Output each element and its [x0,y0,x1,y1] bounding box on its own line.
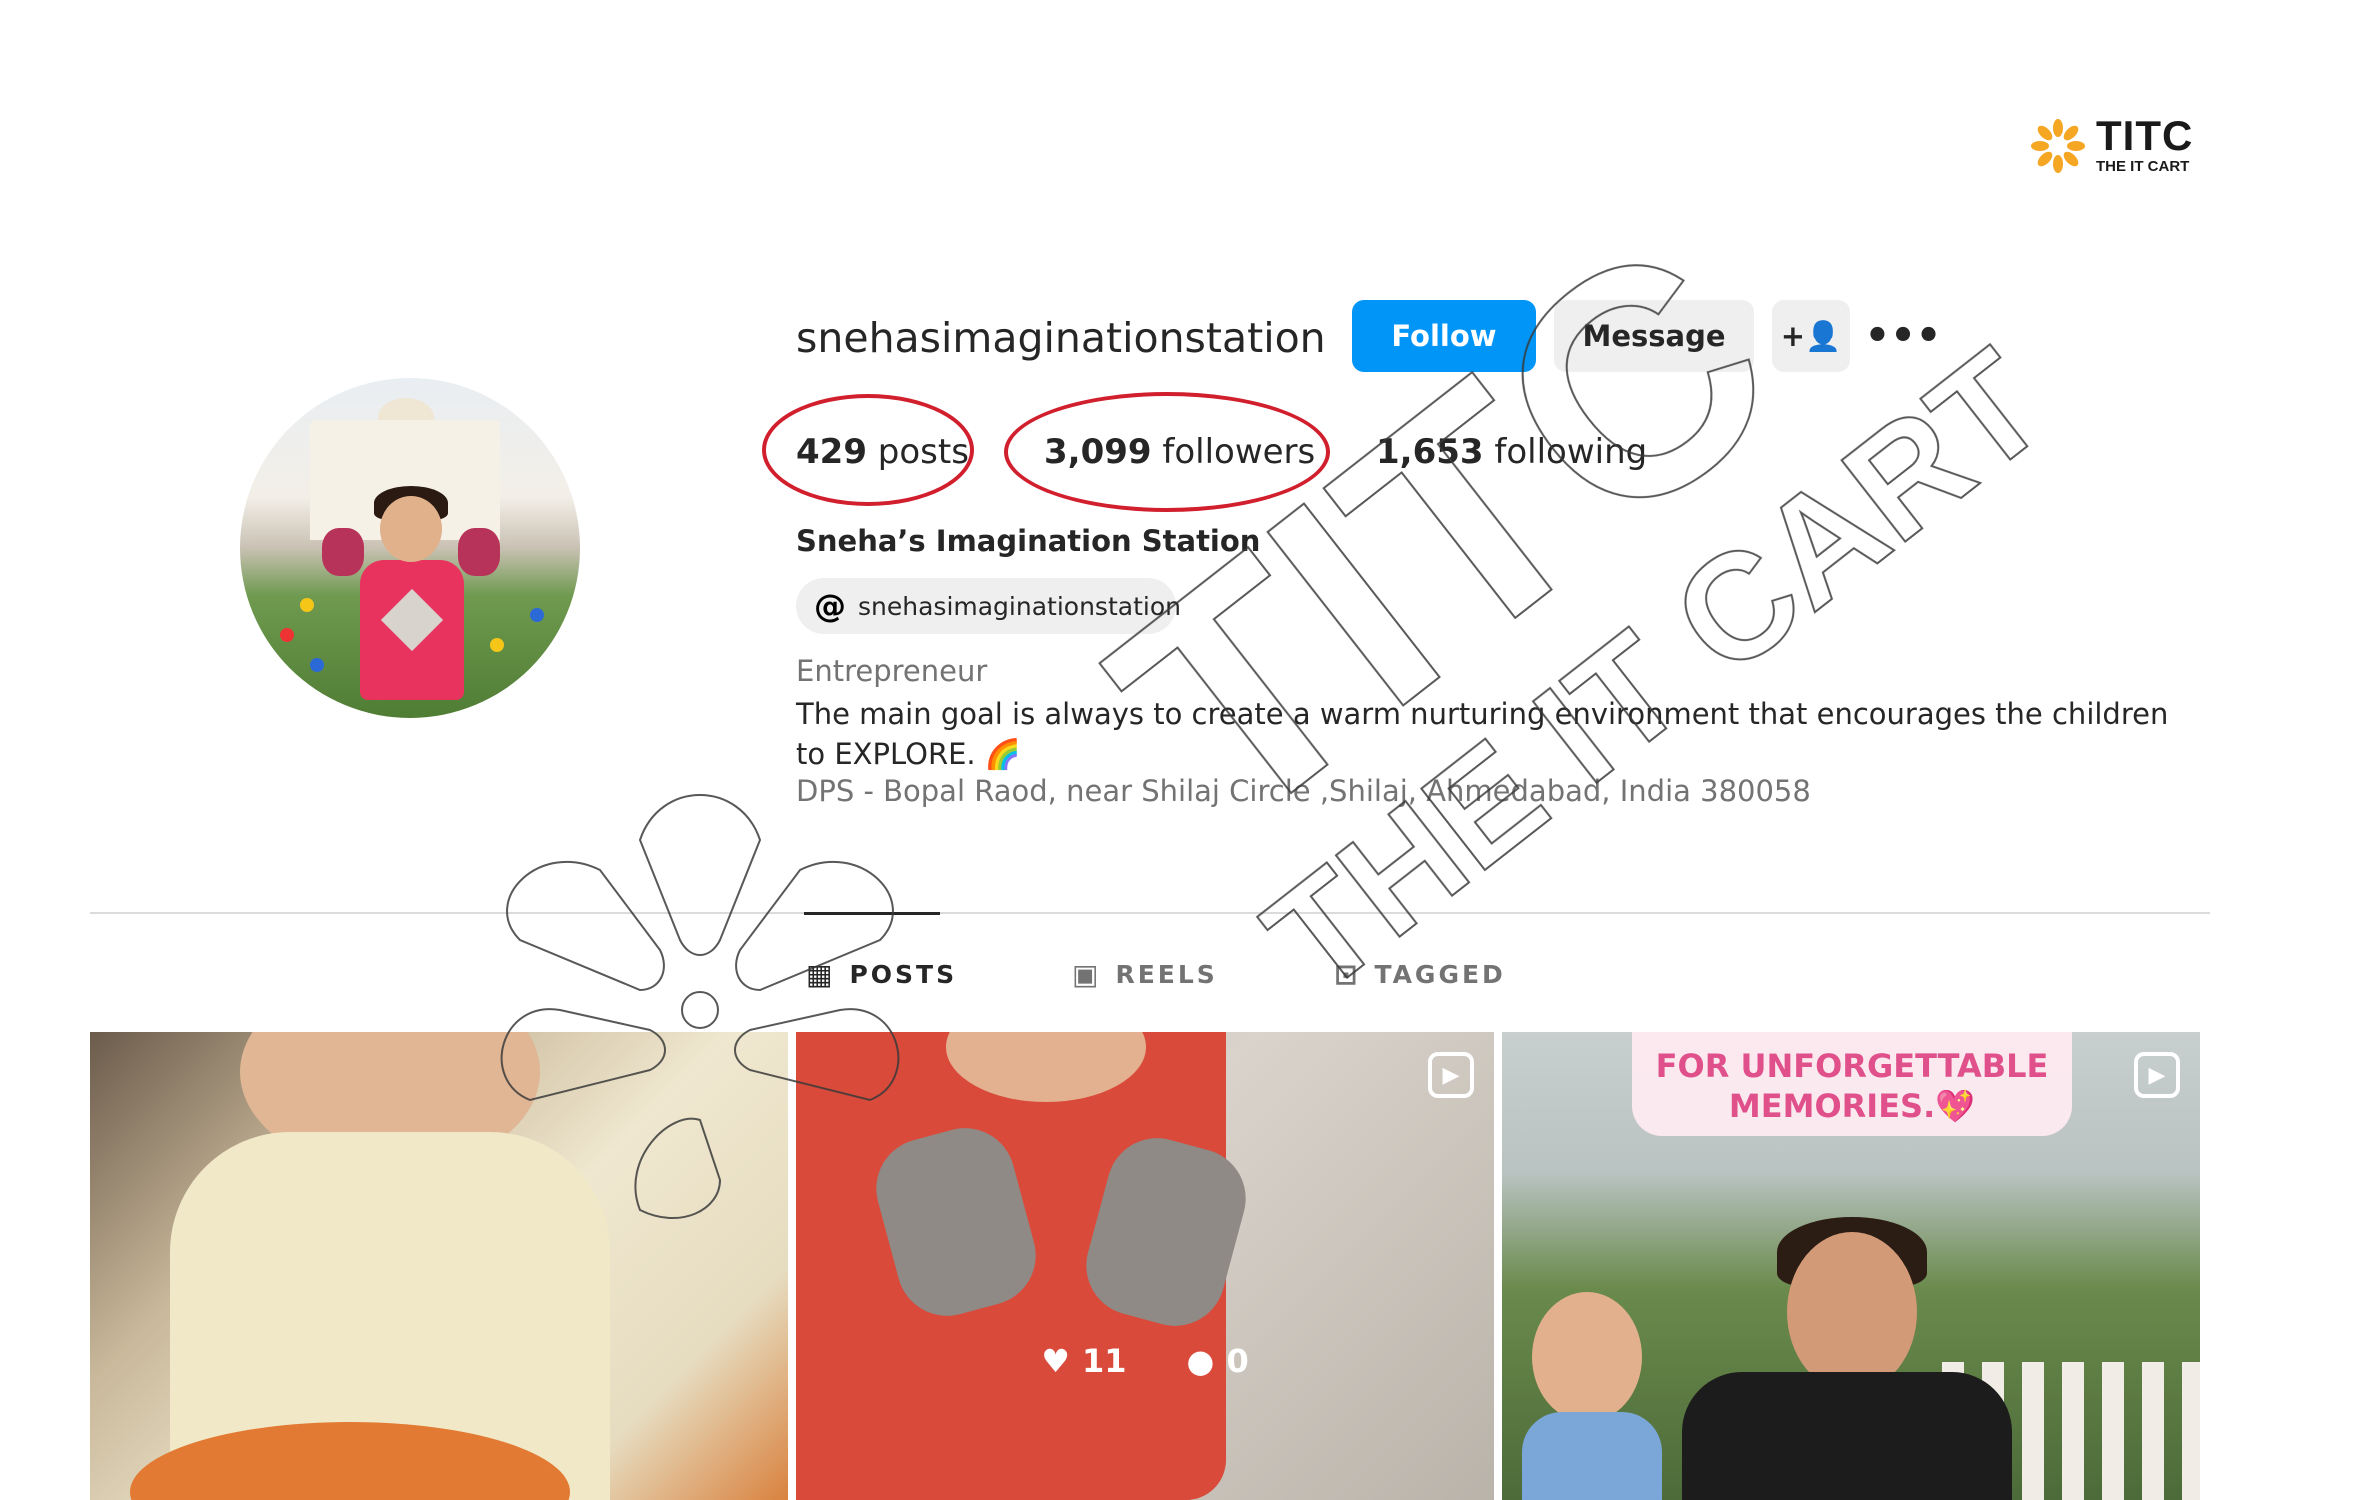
titc-brand-name: TITC [2096,112,2194,159]
grid-post[interactable]: FOR UNFORGETTABLE MEMORIES.💖 ▶ [1502,1032,2200,1500]
grid-post[interactable]: ▶ ♥ 11 ● 0 [796,1032,1494,1500]
caption-line-2: MEMORIES.💖 [1728,1087,1976,1125]
following-stat[interactable]: 1,653 following [1376,432,1647,472]
likes-stat: ♥ 11 [1041,1342,1126,1380]
tab-posts-label: POSTS [849,960,958,989]
following-count: 1,653 [1376,432,1484,472]
post-hover-stats: ♥ 11 ● 0 [796,1342,1494,1380]
threads-handle: snehasimaginationstation [858,591,1181,621]
tab-reels[interactable]: ▣ REELS [1072,958,1218,991]
threads-icon: @ [814,587,846,625]
comments-stat: ● 0 [1187,1342,1249,1380]
reels-icon: ▣ [1072,958,1102,991]
tab-tagged[interactable]: ⊡ TAGGED [1334,958,1506,991]
profile-category: Entrepreneur [796,654,988,688]
followers-annotation-circle [1004,392,1330,512]
comments-count: 0 [1226,1342,1249,1380]
tab-tagged-label: TAGGED [1374,960,1506,989]
grid-icon: ▦ [806,958,836,991]
profile-avatar[interactable] [240,378,580,718]
more-options-icon[interactable]: ••• [1865,300,1942,372]
reel-icon: ▶ [2134,1052,2180,1098]
reel-icon: ▶ [1428,1052,1474,1098]
likes-count: 11 [1081,1342,1127,1380]
post-caption-overlay: FOR UNFORGETTABLE MEMORIES.💖 [1632,1032,2072,1136]
comment-icon: ● [1186,1342,1215,1380]
active-tab-indicator [804,912,940,915]
following-label: following [1494,432,1648,472]
grid-post[interactable] [90,1032,788,1500]
add-user-icon[interactable]: +👤 [1772,300,1850,372]
tagged-icon: ⊡ [1334,958,1361,991]
tabs-divider [90,912,2210,914]
titc-flower-icon [2031,119,2085,173]
posts-annotation-circle [762,394,974,506]
profile-username: snehasimaginationstation [796,314,1326,362]
heart-icon: ♥ [1041,1342,1070,1380]
tab-reels-label: REELS [1115,960,1218,989]
profile-bio: The main goal is always to create a warm… [796,697,2169,771]
titc-tagline: THE IT CART [2096,158,2190,175]
profile-full-name: Sneha’s Imagination Station [796,524,1261,558]
threads-link[interactable]: @ snehasimaginationstation [796,578,1181,634]
follow-button[interactable]: Follow [1352,300,1536,372]
watermark-tagline: THE IT CART [1236,317,2075,1024]
titc-logo: TITC THE IT CART [2030,112,2210,180]
caption-line-1: FOR UNFORGETTABLE [1655,1047,2049,1085]
profile-address[interactable]: DPS - Bopal Raod, near Shilaj Circle ,Sh… [796,774,1811,808]
message-button[interactable]: Message [1554,300,1754,372]
tab-posts[interactable]: ▦ POSTS [806,958,957,991]
